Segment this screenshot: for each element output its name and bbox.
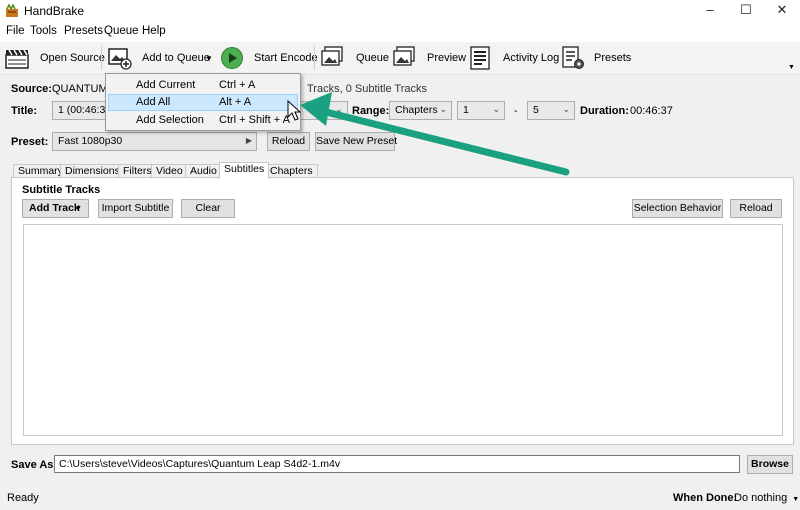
source-tracks-info: Tracks, 0 Subtitle Tracks <box>307 83 428 95</box>
minimize-button[interactable]: – <box>692 0 728 22</box>
queue-button[interactable]: Queue <box>356 52 389 64</box>
status-text: Ready <box>7 492 39 504</box>
menu-file[interactable]: File <box>6 25 25 37</box>
menu-item-add-current[interactable]: Add Current Ctrl + A <box>108 77 298 94</box>
range-label: Range: <box>352 105 390 117</box>
chevron-down-icon: ⌄ <box>439 104 447 114</box>
tab-audio[interactable]: Audio <box>185 164 222 178</box>
add-track-button[interactable]: Add Track ▼ <box>22 199 89 218</box>
status-bar: Ready When Done: Do nothing ▼ <box>0 485 800 510</box>
menu-bar: File Tools Presets Queue Help <box>0 22 800 42</box>
add-track-label: Add Track <box>29 202 80 214</box>
when-done-value: Do nothing <box>734 492 788 504</box>
menu-item-add-all[interactable]: Add All Alt + A <box>108 94 298 111</box>
open-source-button[interactable]: Open Source <box>40 52 105 64</box>
preview-button[interactable]: Preview <box>427 52 466 64</box>
maximize-button[interactable]: ☐ <box>728 0 764 22</box>
save-new-preset-button[interactable]: Save New Preset <box>315 132 397 151</box>
chevron-down-icon: ▼ <box>792 496 800 503</box>
add-all-label: Add All <box>136 96 171 108</box>
preset-select-value: Fast 1080p30 <box>58 135 123 147</box>
clear-button[interactable]: Clear <box>181 199 235 218</box>
subtitle-tracks-heading: Subtitle Tracks <box>22 184 101 196</box>
import-subtitle-button[interactable]: Import Subtitle <box>98 199 173 218</box>
toolbar: Open Source Add to Queue ▼ Start Encode … <box>0 42 800 75</box>
menu-tools[interactable]: Tools <box>30 25 57 37</box>
menu-presets[interactable]: Presets <box>64 25 103 37</box>
preview-icon[interactable] <box>392 46 416 70</box>
range-type-select[interactable]: Chapters ⌄ <box>389 101 452 120</box>
subtitle-track-list[interactable] <box>23 224 783 436</box>
activity-log-button[interactable]: Activity Log <box>503 52 559 64</box>
subtitle-reload-button[interactable]: Reload <box>730 199 782 218</box>
range-end-value: 5 <box>533 104 539 116</box>
close-button[interactable]: ✕ <box>764 0 800 22</box>
tab-subtitles[interactable]: Subtitles <box>219 162 270 179</box>
play-icon[interactable] <box>220 46 244 70</box>
toolbar-overflow-icon[interactable]: ▼ <box>788 64 795 71</box>
add-to-queue-menu: Add Current Ctrl + A Add All Alt + A Add… <box>105 73 301 131</box>
save-as-path-field[interactable]: C:\Users\steve\Videos\Captures\Quantum L… <box>54 455 740 473</box>
menu-help[interactable]: Help <box>142 25 166 37</box>
when-done-select[interactable]: Do nothing ▼ <box>734 492 799 504</box>
chevron-down-icon[interactable]: ▼ <box>205 54 213 63</box>
preset-reload-button[interactable]: Reload <box>267 132 310 151</box>
chevron-down-icon: ⌄ <box>492 104 500 114</box>
selection-behavior-button[interactable]: Selection Behavior <box>632 199 723 218</box>
duration-value: 00:46:37 <box>630 105 673 117</box>
window-title: HandBrake <box>24 4 85 18</box>
range-type-value: Chapters <box>395 104 438 116</box>
range-start-select[interactable]: 1 ⌄ <box>457 101 505 120</box>
add-to-queue-button[interactable]: Add to Queue <box>142 52 210 64</box>
browse-button[interactable]: Browse <box>747 455 793 474</box>
title-bar: HandBrake – ☐ ✕ <box>0 0 800 22</box>
source-label: Source: <box>11 83 52 95</box>
range-start-value: 1 <box>463 104 469 116</box>
chevron-down-icon: ▼ <box>75 205 82 212</box>
chevron-right-icon: ▶ <box>245 136 252 145</box>
chevron-down-icon: ⌄ <box>335 104 343 114</box>
when-done-label: When Done: <box>673 492 738 504</box>
clapperboard-icon[interactable] <box>5 46 29 70</box>
add-all-shortcut: Alt + A <box>219 96 252 108</box>
activity-log-icon[interactable] <box>469 46 493 70</box>
start-encode-button[interactable]: Start Encode <box>254 52 318 64</box>
save-as-label: Save As: <box>11 459 58 471</box>
handbrake-app-icon <box>6 4 18 17</box>
add-selection-shortcut: Ctrl + Shift + A <box>219 114 290 126</box>
presets-icon[interactable] <box>561 46 585 70</box>
toolbar-separator <box>314 46 315 70</box>
toolbar-separator <box>101 46 102 70</box>
title-label: Title: <box>11 105 38 117</box>
range-dash: - <box>514 105 518 117</box>
tab-dimensions[interactable]: Dimensions <box>60 164 125 178</box>
add-selection-label: Add Selection <box>136 114 204 126</box>
subtitles-panel: Subtitle Tracks Add Track ▼ Import Subti… <box>11 177 794 445</box>
add-current-label: Add Current <box>136 79 196 91</box>
range-end-select[interactable]: 5 ⌄ <box>527 101 575 120</box>
tab-chapters[interactable]: Chapters <box>265 164 318 178</box>
add-current-shortcut: Ctrl + A <box>219 79 256 91</box>
preset-label: Preset: <box>11 136 49 148</box>
add-to-queue-icon[interactable] <box>108 46 132 70</box>
presets-button[interactable]: Presets <box>594 52 631 64</box>
menu-queue[interactable]: Queue <box>104 25 139 37</box>
preset-select[interactable]: Fast 1080p30 ▶ <box>52 132 257 151</box>
duration-label: Duration: <box>580 105 629 117</box>
menu-item-add-selection[interactable]: Add Selection Ctrl + Shift + A <box>108 112 298 129</box>
queue-icon[interactable] <box>320 46 344 70</box>
tab-video[interactable]: Video <box>151 164 188 178</box>
chevron-down-icon: ⌄ <box>562 104 570 114</box>
